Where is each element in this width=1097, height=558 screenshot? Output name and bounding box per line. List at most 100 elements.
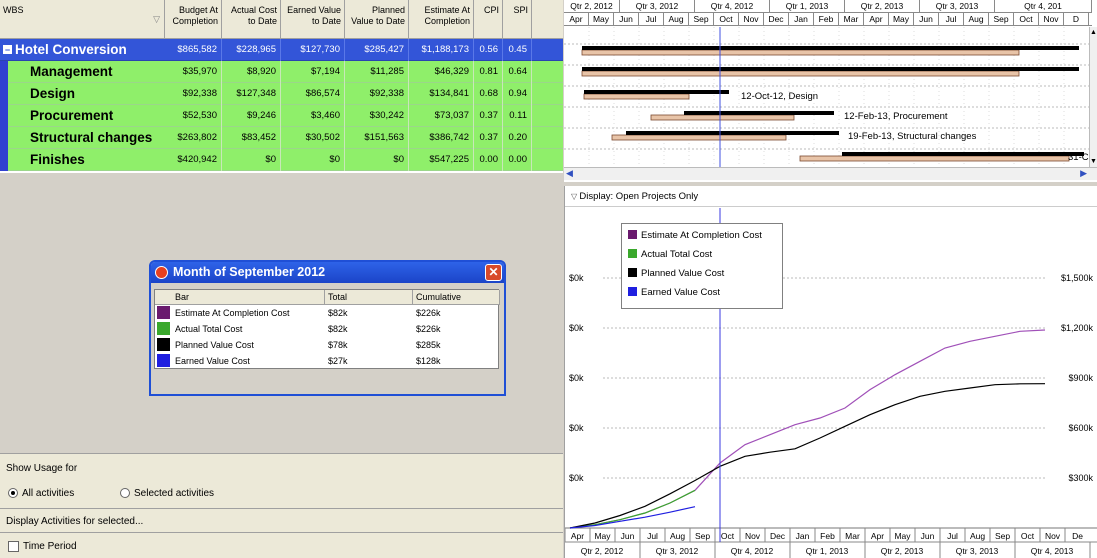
column-header-pv[interactable]: Planned Value to Date xyxy=(345,0,409,39)
wbs-name-cell[interactable]: Structural changes xyxy=(30,127,152,149)
quarter-tick-label: Qtr 2, 2013 xyxy=(881,546,924,556)
month-tick-label: Apr xyxy=(571,531,584,541)
scroll-right-icon[interactable]: ▶ xyxy=(1080,168,1087,179)
pv-cell[interactable]: $11,285 xyxy=(345,61,409,83)
eac-cell[interactable]: $134,841 xyxy=(409,83,474,105)
quarter-label: Qtr 1, 2013 xyxy=(770,0,845,13)
dialog-column-header[interactable]: Cumulative xyxy=(413,290,500,305)
spi-cell[interactable]: 0.45 xyxy=(503,39,532,61)
dialog-row[interactable]: Estimate At Completion Cost $82k $226k xyxy=(155,305,500,321)
table-row[interactable]: Design $92,338 $127,348 $86,574 $92,338 $134,… xyxy=(0,83,563,105)
collapse-icon[interactable]: − xyxy=(3,45,12,55)
spi-cell[interactable]: 0.00 xyxy=(503,149,532,171)
table-row[interactable]: Management $35,970 $8,920 $7,194 $11,285 $46,… xyxy=(0,61,563,83)
dialog-row[interactable]: Earned Value Cost $27k $128k xyxy=(155,353,500,369)
bac-cell[interactable]: $92,338 xyxy=(165,83,222,105)
month-tick-label: Mar xyxy=(845,531,860,541)
table-row[interactable]: Finishes $420,942 $0 $0 $0 $547,225 0.00 0.00 xyxy=(0,149,563,171)
dialog-column-header[interactable]: Bar xyxy=(155,290,325,305)
table-row[interactable]: − Hotel Conversion $865,582 $228,965 $127,73… xyxy=(0,39,563,61)
table-row[interactable]: Structural changes $263,802 $83,452 $30,502… xyxy=(0,127,563,149)
ev-cell[interactable]: $7,194 xyxy=(281,61,345,83)
bac-cell[interactable]: $35,970 xyxy=(165,61,222,83)
dialog-column-header[interactable]: Total xyxy=(325,290,413,305)
scroll-left-icon[interactable]: ◀ xyxy=(566,168,573,179)
ev-cell[interactable]: $86,574 xyxy=(281,83,345,105)
cpi-cell[interactable]: 0.68 xyxy=(474,83,503,105)
eac-cell[interactable]: $547,225 xyxy=(409,149,474,171)
column-header-ac[interactable]: Actual Cost to Date xyxy=(222,0,281,39)
column-header-ev[interactable]: Earned Value to Date xyxy=(281,0,345,39)
dialog-row[interactable]: Actual Total Cost $82k $226k xyxy=(155,321,500,337)
eac-cell[interactable]: $73,037 xyxy=(409,105,474,127)
pv-cell[interactable]: $92,338 xyxy=(345,83,409,105)
pv-cell[interactable]: $285,427 xyxy=(345,39,409,61)
table-row[interactable]: Procurement $52,530 $9,246 $3,460 $30,242 $73… xyxy=(0,105,563,127)
ac-cell[interactable]: $83,452 xyxy=(222,127,281,149)
ac-cell[interactable]: $0 xyxy=(222,149,281,171)
cpi-cell[interactable]: 0.56 xyxy=(474,39,503,61)
cpi-cell[interactable]: 0.37 xyxy=(474,127,503,149)
column-header-eac[interactable]: Estimate At Completion xyxy=(409,0,474,39)
legend-swatch xyxy=(628,249,637,258)
column-header-cpi[interactable]: CPI xyxy=(474,0,503,39)
selected-activities-radio[interactable]: Selected activities xyxy=(120,487,214,500)
column-header-bac[interactable]: Budget At Completion xyxy=(165,0,222,39)
pv-cell[interactable]: $151,563 xyxy=(345,127,409,149)
baseline-bar xyxy=(581,49,1020,56)
dialog-row[interactable]: Planned Value Cost $78k $285k xyxy=(155,337,500,353)
spi-cell[interactable]: 0.20 xyxy=(503,127,532,149)
eac-cell[interactable]: $46,329 xyxy=(409,61,474,83)
column-header-wbs[interactable]: WBS ▽ xyxy=(0,0,165,39)
month-tick-label: Sep xyxy=(995,531,1010,541)
show-usage-label: Show Usage for xyxy=(6,463,78,474)
time-period-checkbox[interactable]: Time Period xyxy=(8,540,77,553)
wbs-name-cell[interactable]: Finishes xyxy=(30,149,85,171)
color-swatch xyxy=(157,322,170,335)
month-label: Nov xyxy=(739,13,764,26)
scroll-up-icon[interactable]: ▲ xyxy=(1090,27,1097,38)
bac-cell[interactable]: $263,802 xyxy=(165,127,222,149)
all-activities-radio[interactable]: All activities xyxy=(8,487,74,500)
ev-cell[interactable]: $127,730 xyxy=(281,39,345,61)
dialog-title-bar[interactable]: Month of September 2012 ✕ xyxy=(151,262,504,283)
bac-cell[interactable]: $865,582 xyxy=(165,39,222,61)
bac-cell[interactable]: $52,530 xyxy=(165,105,222,127)
spi-cell[interactable]: 0.94 xyxy=(503,83,532,105)
wbs-name-cell[interactable]: Procurement xyxy=(30,105,113,127)
pv-cell[interactable]: $30,242 xyxy=(345,105,409,127)
ac-cell[interactable]: $9,246 xyxy=(222,105,281,127)
column-header-spi[interactable]: SPI xyxy=(503,0,532,39)
series-line-1 xyxy=(569,489,696,529)
eac-cell[interactable]: $1,188,173 xyxy=(409,39,474,61)
pv-cell[interactable]: $0 xyxy=(345,149,409,171)
gantt-horizontal-scrollbar[interactable]: ◀ ▶ xyxy=(564,167,1097,180)
spi-cell[interactable]: 0.64 xyxy=(503,61,532,83)
wbs-name-cell[interactable]: − Hotel Conversion xyxy=(3,39,127,61)
left-tick-label: $0k xyxy=(569,323,584,333)
cpi-cell[interactable]: 0.00 xyxy=(474,149,503,171)
eac-cell[interactable]: $386,742 xyxy=(409,127,474,149)
ac-cell[interactable]: $8,920 xyxy=(222,61,281,83)
wbs-name-cell[interactable]: Management xyxy=(30,61,113,83)
ev-cell[interactable]: $30,502 xyxy=(281,127,345,149)
spi-cell[interactable]: 0.11 xyxy=(503,105,532,127)
cpi-cell[interactable]: 0.81 xyxy=(474,61,503,83)
cpi-cell[interactable]: 0.37 xyxy=(474,105,503,127)
ac-cell[interactable]: $127,348 xyxy=(222,83,281,105)
series-line-0 xyxy=(569,329,1046,529)
gantt-vertical-scrollbar[interactable]: ▲ ▼ xyxy=(1089,27,1097,167)
close-icon[interactable]: ✕ xyxy=(485,264,502,281)
bac-cell[interactable]: $420,942 xyxy=(165,149,222,171)
legend-label: Planned Value Cost xyxy=(641,268,725,279)
activity-bar xyxy=(582,46,1079,50)
scroll-down-icon[interactable]: ▼ xyxy=(1090,156,1097,167)
filter-icon[interactable]: ▽ xyxy=(153,14,160,25)
ac-cell[interactable]: $228,965 xyxy=(222,39,281,61)
dialog-cumulative: $128k xyxy=(416,356,441,366)
header-line: Planned xyxy=(371,5,405,15)
ev-cell[interactable]: $3,460 xyxy=(281,105,345,127)
wbs-name-cell[interactable]: Design xyxy=(30,83,75,105)
ev-cell[interactable]: $0 xyxy=(281,149,345,171)
quarter-label: Qtr 4, 201 xyxy=(995,0,1092,13)
